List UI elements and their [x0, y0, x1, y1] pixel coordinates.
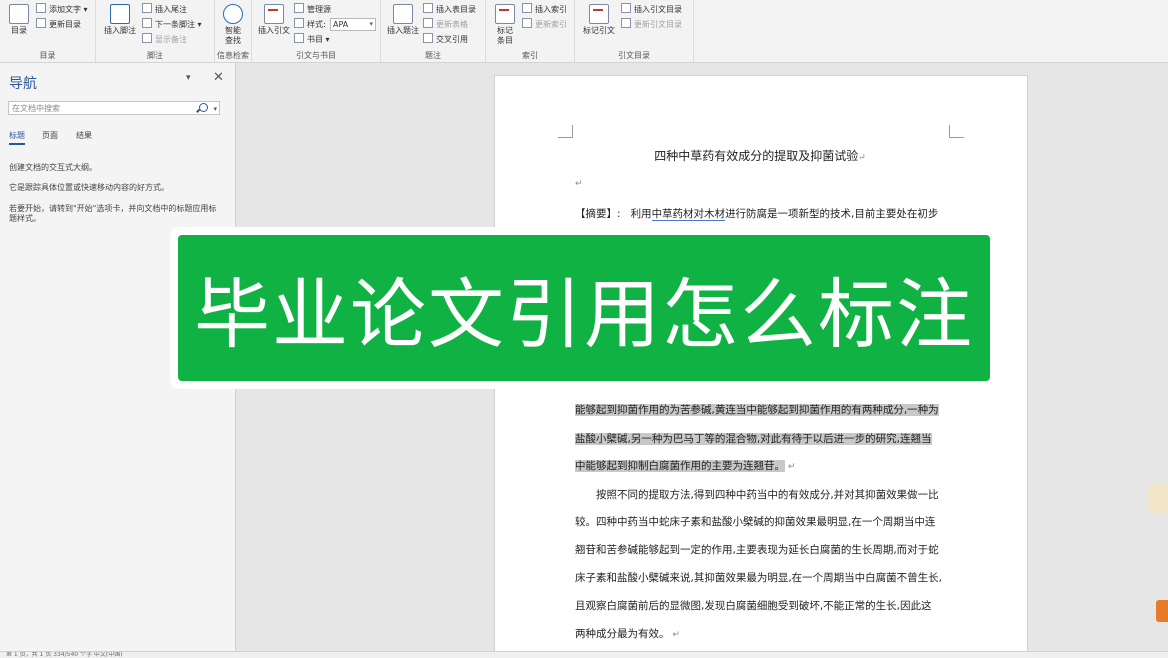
- crop-mark-top-left: [558, 125, 573, 138]
- footnote-icon: [110, 4, 130, 24]
- tab-pages[interactable]: 页面: [42, 130, 58, 141]
- bibliography-icon: [294, 33, 304, 43]
- endnote-icon: [142, 3, 152, 13]
- nav-title: 导航: [9, 76, 37, 92]
- mark-citation-button[interactable]: 标记引文: [581, 4, 617, 36]
- manage-sources-button[interactable]: 管理源: [294, 3, 331, 15]
- index-group: 标记 条目 插入索引 更新索引 索引: [486, 0, 575, 62]
- caption-icon: [393, 4, 413, 24]
- insert-authorities-icon: [621, 3, 631, 13]
- next-footnote-button[interactable]: 下一条脚注 ▾: [142, 18, 202, 30]
- smart-lookup-button[interactable]: 智能 查找: [219, 4, 247, 46]
- decorative-logo: [1156, 600, 1168, 622]
- crop-mark-top-right: [949, 125, 964, 138]
- style-label: 样式:: [294, 18, 326, 30]
- toc-icon: [9, 4, 29, 24]
- banner-text: 毕业论文引用怎么标注: [194, 270, 974, 359]
- update-index-icon: [522, 18, 532, 28]
- smart-lookup-icon: [223, 4, 243, 24]
- manage-sources-icon: [294, 3, 304, 13]
- abstract-line[interactable]: 【摘要】: 利用中草药材对木材进行防腐是一项新型的技术,目前主要处在初步: [575, 206, 949, 221]
- paragraph-mark-icon: ↵: [858, 153, 866, 163]
- index-group-label: 索引: [522, 51, 538, 60]
- toc-button[interactable]: 目录: [6, 4, 32, 36]
- body-line[interactable]: 且观察白腐菌前后的显微图,发现白腐菌细胞受到破坏,不能正常的生长,因此这: [575, 598, 949, 613]
- captions-group: 插入题注 插入表目录 更新表格 交叉引用 题注: [381, 0, 486, 62]
- search-icon[interactable]: [199, 103, 208, 112]
- table-of-figures-icon: [423, 3, 433, 13]
- nav-options-icon[interactable]: ▾: [186, 73, 191, 83]
- add-text-icon: [36, 3, 46, 13]
- captions-group-label: 题注: [425, 51, 441, 60]
- nav-help-text-3: 若要开始，请转到"开始"选项卡，并向文档中的标题应用标题样式。: [9, 204, 217, 223]
- insert-citation-button[interactable]: 插入引文: [256, 4, 292, 36]
- highlighted-line[interactable]: 盐酸小檗碱,另一种为巴马丁等的混合物,对此有待于以后进一步的研究,连翘当: [575, 431, 949, 446]
- insert-table-authorities-button[interactable]: 插入引文目录: [621, 3, 682, 15]
- document-title[interactable]: 四种中草药有效成分的提取及抑菌试验↵: [575, 147, 945, 164]
- paragraph-mark-icon: ↵: [575, 179, 583, 189]
- ribbon: 目录 添加文字 ▾ 更新目录 目录 插入脚注 插入尾注 下一条脚注 ▾ 显示备注…: [0, 0, 1168, 63]
- toc-group-label: 目录: [39, 51, 56, 60]
- bibliography-button[interactable]: 书目 ▾: [294, 33, 330, 45]
- insert-footnote-button[interactable]: 插入脚注: [100, 4, 140, 36]
- update-index-button[interactable]: 更新索引: [522, 18, 567, 30]
- authorities-group: 标记引文 插入引文目录 更新引文目录 引文目录: [575, 0, 694, 62]
- paragraph-mark-icon: ↵: [785, 462, 796, 472]
- research-group-label: 信息检索: [217, 51, 249, 60]
- next-footnote-icon: [142, 18, 152, 28]
- update-table-icon: [423, 18, 433, 28]
- insert-index-button[interactable]: 插入索引: [522, 3, 567, 15]
- update-toc-button[interactable]: 更新目录: [36, 18, 81, 30]
- insert-citation-icon: [264, 4, 284, 24]
- style-icon: [294, 18, 304, 28]
- body-line[interactable]: 两种成分最为有效。 ↵: [575, 626, 949, 641]
- update-table-authorities-button[interactable]: 更新引文目录: [621, 18, 682, 30]
- authorities-group-label: 引文目录: [618, 51, 650, 60]
- footnotes-group-label: 脚注: [147, 51, 163, 60]
- mark-entry-button[interactable]: 标记 条目: [490, 4, 520, 46]
- close-icon[interactable]: ✕: [213, 70, 224, 85]
- highlighted-line[interactable]: 中能够起到抑制白腐菌作用的主要为连翘苷。 ↵: [575, 458, 949, 473]
- chevron-down-icon[interactable]: ▾: [213, 102, 217, 116]
- insert-table-of-figures-button[interactable]: 插入表目录: [423, 3, 476, 15]
- title-banner: 毕业论文引用怎么标注: [178, 235, 990, 381]
- update-table-button[interactable]: 更新表格: [423, 18, 468, 30]
- cross-reference-icon: [423, 33, 433, 43]
- body-line[interactable]: 翘苷和苦参碱能够起到一定的作用,主要表现为延长白腐菌的生长周期,而对于蛇: [575, 542, 949, 557]
- nav-search-input[interactable]: 在文档中搜索 ▾: [8, 101, 220, 115]
- cross-reference-button[interactable]: 交叉引用: [423, 33, 468, 45]
- add-text-button[interactable]: 添加文字 ▾: [36, 3, 88, 15]
- body-line[interactable]: 床子素和盐酸小檗碱来说,其抑菌效果最为明显,在一个周期当中白腐菌不曾生长,: [575, 570, 949, 585]
- update-icon: [36, 18, 46, 28]
- citations-group: 插入引文 管理源 样式: 书目 ▾ 引文与书目: [252, 0, 381, 62]
- tab-results[interactable]: 结果: [76, 130, 92, 141]
- mark-citation-icon: [589, 4, 609, 24]
- research-group: 智能 查找 信息检索: [215, 0, 252, 62]
- toc-group: 目录 添加文字 ▾ 更新目录 目录: [0, 0, 96, 62]
- body-line[interactable]: 按照不同的提取方法,得到四种中药当中的有效成分,并对其抑菌效果做一比: [575, 487, 949, 502]
- highlighted-line[interactable]: 能够起到抑菌作用的为苦参碱,黄连当中能够起到抑菌作用的有两种成分,一种为: [575, 402, 949, 417]
- body-line[interactable]: 较。四种中药当中蛇床子素和盐酸小檗碱的抑菌效果最明显,在一个周期当中连: [575, 514, 949, 529]
- insert-index-icon: [522, 3, 532, 13]
- update-authorities-icon: [621, 18, 631, 28]
- nav-help-text-2: 它是跟踪具体位置或快速移动内容的好方式。: [9, 183, 169, 192]
- toc-label: 目录: [11, 26, 27, 35]
- show-notes-button[interactable]: 显示备注: [142, 33, 187, 45]
- insert-endnote-button[interactable]: 插入尾注: [142, 3, 187, 15]
- search-placeholder: 在文档中搜索: [12, 104, 60, 113]
- style-select[interactable]: APA: [330, 18, 376, 31]
- footnotes-group: 插入脚注 插入尾注 下一条脚注 ▾ 显示备注 脚注: [96, 0, 215, 62]
- show-notes-icon: [142, 33, 152, 43]
- citations-group-label: 引文与书目: [296, 51, 336, 60]
- mark-entry-icon: [495, 4, 515, 24]
- decorative-sticker: [1148, 483, 1168, 513]
- paragraph-mark-icon: ↵: [669, 630, 680, 640]
- nav-help-text-1: 创建文档的交互式大纲。: [9, 163, 97, 172]
- tab-headings[interactable]: 标题: [9, 130, 25, 145]
- insert-caption-button[interactable]: 插入题注: [385, 4, 421, 36]
